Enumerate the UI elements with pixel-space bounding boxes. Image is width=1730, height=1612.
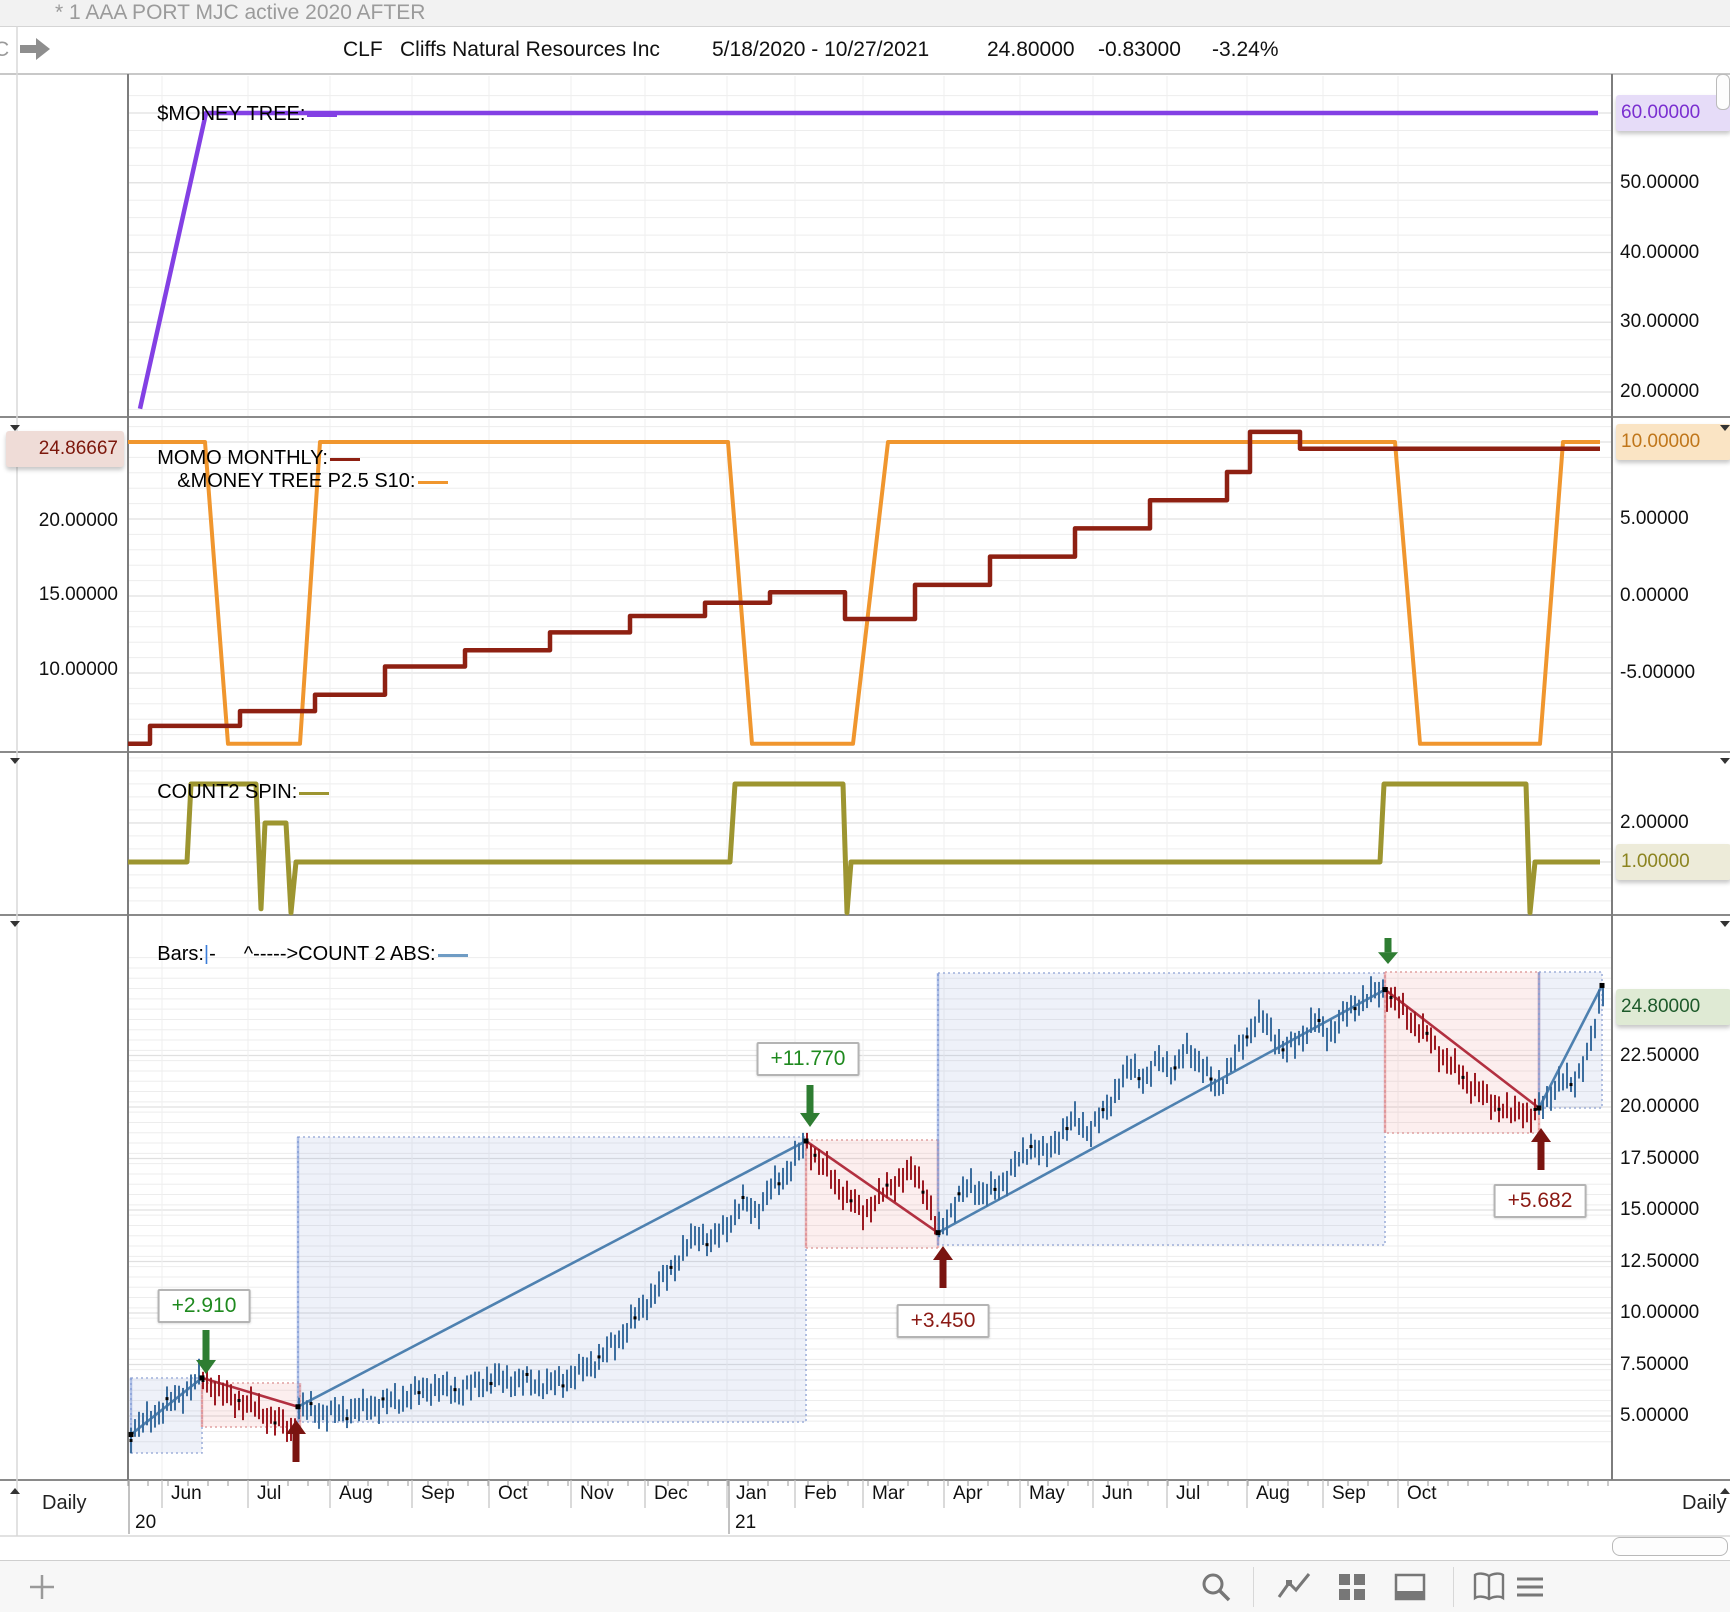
count2-abs-swatch	[437, 954, 468, 957]
panel2-label[interactable]: MOMO MONTHLY: &MONEY TREE P2.5 S10:	[135, 424, 452, 516]
panel-collapse-arrow[interactable]	[1720, 758, 1730, 764]
axis-label: 30.00000	[1620, 311, 1700, 332]
month-label: Oct	[1407, 1483, 1437, 1504]
pivot-dot	[295, 1404, 301, 1410]
axis-label: 7.50000	[1620, 1354, 1689, 1375]
pivot-dot	[803, 1138, 809, 1144]
swing-move-label[interactable]: +5.682	[1493, 1184, 1587, 1218]
money-tree-p25-value-badge: 10.00000	[1616, 424, 1730, 460]
month-label: Jul	[1176, 1483, 1201, 1504]
security-name: Cliffs Natural Resources Inc	[400, 38, 660, 61]
axis-label: 5.00000	[1620, 508, 1689, 529]
vertical-scrollbar-thumb[interactable]	[1716, 74, 1730, 110]
timeframe-right[interactable]: Daily	[1682, 1492, 1726, 1515]
axis-label: 12.50000	[1620, 1251, 1700, 1272]
month-label: Oct	[498, 1483, 528, 1504]
panel-collapse-arrow[interactable]	[10, 425, 20, 431]
axis-label: 15.00000	[1620, 1199, 1700, 1220]
swing-move-label[interactable]: +11.770	[756, 1042, 860, 1076]
pivot-dot	[128, 1432, 134, 1438]
bottom-toolbar	[0, 1560, 1730, 1612]
count2-spin-swatch	[299, 792, 330, 795]
price-change: -0.83000	[1098, 38, 1181, 61]
series-count2-spin	[128, 781, 1600, 916]
year-label: 20	[135, 1512, 157, 1533]
axis-label: 50.00000	[1620, 172, 1700, 193]
money-tree-swatch	[307, 114, 338, 117]
pivot-dot	[935, 1230, 941, 1236]
last-price-badge: 24.80000	[1616, 989, 1730, 1025]
month-label: Feb	[804, 1483, 837, 1504]
month-label: Jun	[171, 1483, 202, 1504]
panel-collapse-arrow[interactable]	[10, 758, 20, 764]
money-tree-value-badge: 60.00000	[1616, 95, 1730, 131]
panel1-label[interactable]: $MONEY TREE:	[135, 80, 341, 149]
money-tree-p25-swatch	[417, 481, 448, 484]
pivot-dot	[1599, 982, 1605, 988]
search-icon[interactable]	[1198, 1569, 1234, 1605]
list-icon[interactable]	[1512, 1569, 1548, 1605]
month-label: Sep	[1332, 1483, 1366, 1504]
last-price: 24.80000	[987, 38, 1075, 61]
month-label: Jan	[736, 1483, 767, 1504]
forward-arrow-icon[interactable]	[18, 36, 52, 64]
month-label: Aug	[339, 1483, 373, 1504]
panel-collapse-arrow[interactable]	[10, 1488, 20, 1494]
axis-label: -5.00000	[1620, 662, 1696, 683]
axis-label: 15.00000	[38, 584, 118, 605]
panel-layout-icon[interactable]	[1392, 1569, 1428, 1605]
axis-label: 2.00000	[1620, 812, 1689, 833]
month-label: Aug	[1256, 1483, 1290, 1504]
axis-label: 20.00000	[1620, 1096, 1700, 1117]
series--money-tree	[137, 110, 1598, 410]
axis-label: 0.00000	[1620, 585, 1689, 606]
book-icon[interactable]	[1471, 1569, 1507, 1605]
add-icon[interactable]	[24, 1569, 60, 1605]
date-range: 5/18/2020 - 10/27/2021	[712, 38, 930, 61]
month-label: Apr	[953, 1483, 983, 1504]
toolbar-separator	[1453, 1567, 1454, 1607]
grid-view-icon[interactable]	[1334, 1569, 1370, 1605]
month-label: Jun	[1102, 1483, 1133, 1504]
axis-label: 22.50000	[1620, 1045, 1700, 1066]
month-label: May	[1029, 1483, 1065, 1504]
year-label: 21	[735, 1512, 757, 1533]
swing-move-label[interactable]: +2.910	[157, 1289, 251, 1323]
axis-label: 10.00000	[1620, 1302, 1700, 1323]
count2-spin-value-badge: 1.00000	[1616, 844, 1730, 880]
momo-value-badge: 24.86667	[6, 431, 124, 467]
panel-collapse-arrow[interactable]	[10, 921, 20, 927]
month-label: Jul	[257, 1483, 282, 1504]
horizontal-scrollbar-thumb[interactable]	[1612, 1537, 1728, 1556]
axis-label: 17.50000	[1620, 1148, 1700, 1169]
month-label: Nov	[580, 1483, 614, 1504]
month-label: Mar	[872, 1483, 905, 1504]
pivot-dot	[199, 1375, 205, 1381]
clipped-glyph: C	[0, 38, 10, 61]
panel-collapse-arrow[interactable]	[1720, 1488, 1730, 1494]
axis-label: 40.00000	[1620, 242, 1700, 263]
axis-label: 20.00000	[38, 510, 118, 531]
charting-app-window: * 1 AAA PORT MJC active 2020 AFTER CLF C…	[0, 0, 1730, 1612]
panel4-label[interactable]: Bars:|- ^----->COUNT 2 ABS:	[135, 920, 472, 989]
month-label: Dec	[654, 1483, 688, 1504]
trend-tool-icon[interactable]	[1276, 1569, 1312, 1605]
toolbar-separator	[1253, 1567, 1254, 1607]
price-change-pct: -3.24%	[1212, 38, 1279, 61]
up-swing-box[interactable]	[937, 972, 1386, 1246]
month-label: Sep	[421, 1483, 455, 1504]
axis-label: 5.00000	[1620, 1405, 1689, 1426]
axis-label: 10.00000	[38, 659, 118, 680]
panel-collapse-arrow[interactable]	[1720, 425, 1730, 431]
panel-collapse-arrow[interactable]	[1720, 921, 1730, 927]
momo-monthly-swatch	[329, 458, 360, 461]
panel3-label[interactable]: COUNT2 SPIN:	[135, 758, 333, 827]
pivot-dot	[1536, 1105, 1542, 1111]
swing-high-arrow[interactable]	[800, 1113, 820, 1127]
swing-move-label[interactable]: +3.450	[896, 1304, 990, 1338]
pivot-dot	[1382, 987, 1388, 993]
symbol: CLF	[343, 38, 383, 61]
axis-label: 20.00000	[1620, 381, 1700, 402]
timeframe-left[interactable]: Daily	[42, 1492, 86, 1515]
